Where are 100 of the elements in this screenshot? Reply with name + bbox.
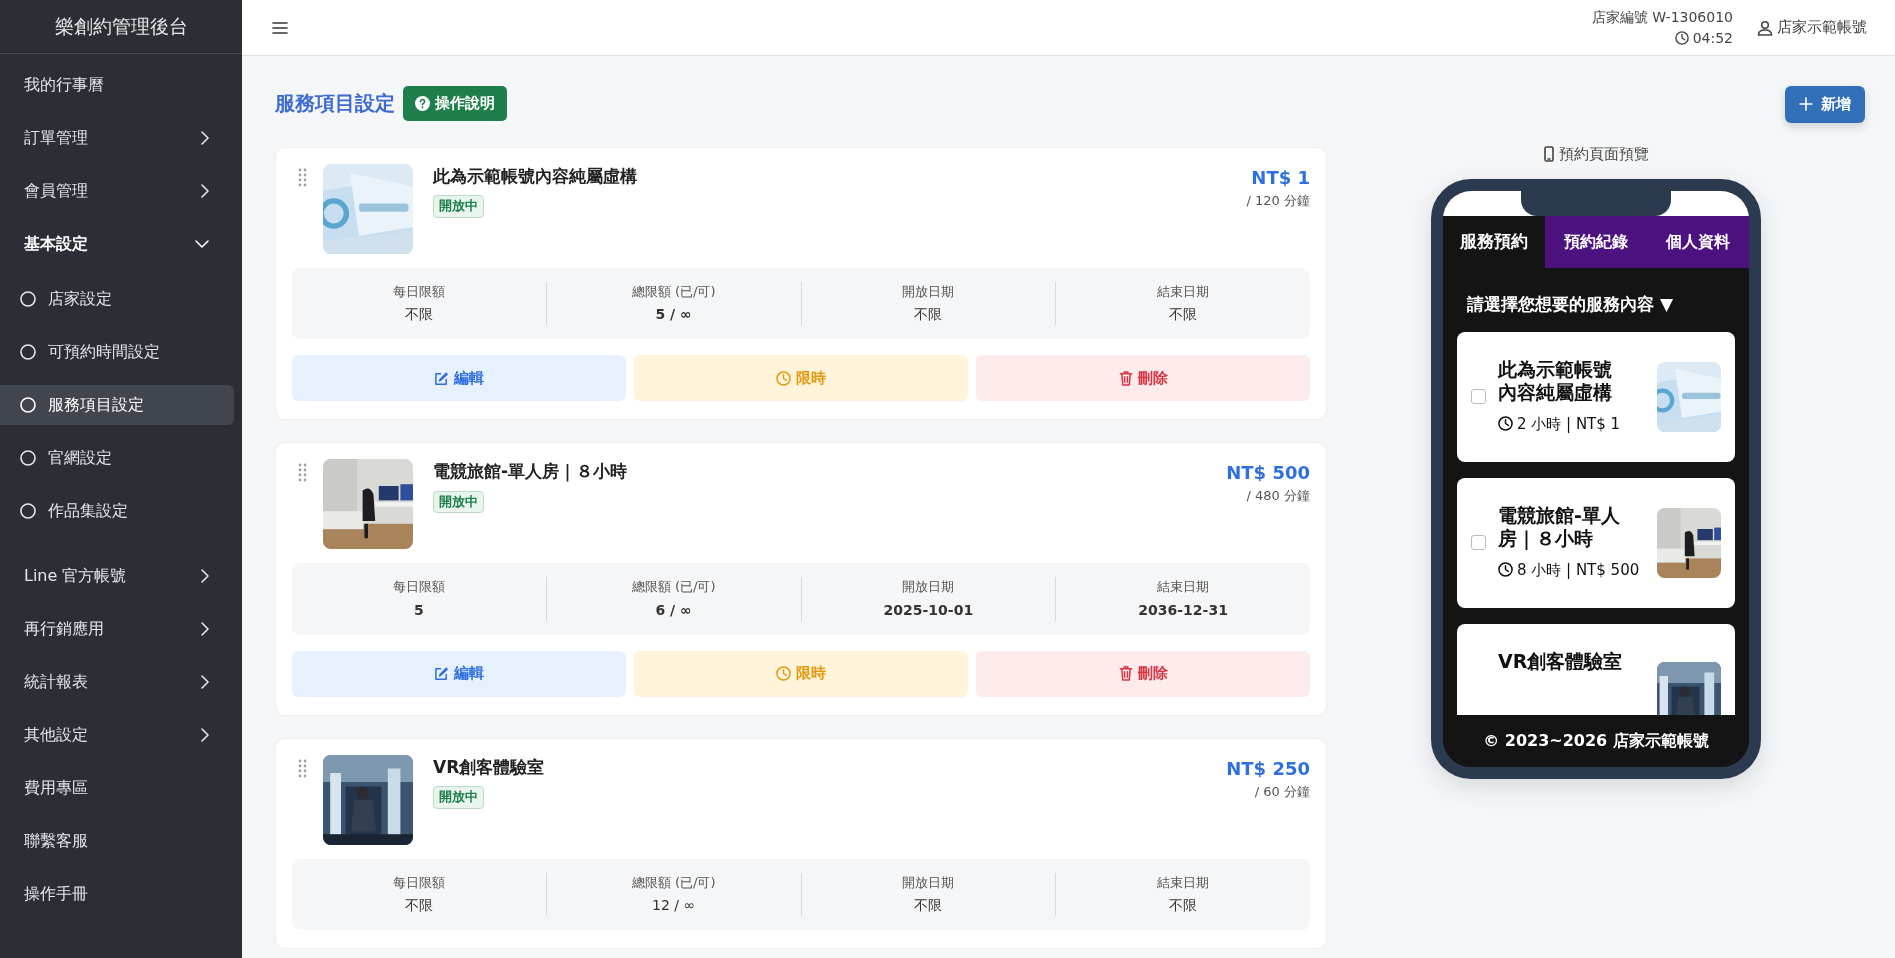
sidebar-subitem[interactable]: 作品集設定 [0, 491, 234, 531]
sidebar-item[interactable]: 會員管理 [0, 168, 234, 213]
chevron-right-icon [200, 182, 210, 199]
sidebar-item[interactable]: 基本設定 [0, 221, 234, 266]
service-name: 此為示範帳號內容純屬虛構 [433, 164, 638, 188]
delete-button[interactable]: 刪除 [976, 355, 1310, 401]
stat-value: 2025-10-01 [882, 600, 975, 620]
stat-value: 不限 [913, 896, 944, 915]
user-icon [1757, 19, 1773, 36]
price-text: NT$ 1 [1250, 165, 1310, 190]
stat-value: 12 / ∞ [651, 896, 697, 915]
stat-value: 6 / ∞ [654, 600, 693, 620]
stat-value: 2036-12-31 [1137, 600, 1229, 620]
add-button[interactable]: 新增 [1785, 86, 1865, 123]
stat-label: 總限額 (已/可) [630, 282, 717, 301]
option-meta: 8 小時 | NT$ 500 [1498, 561, 1640, 579]
chevron-right-icon [200, 726, 210, 743]
sidebar-item[interactable]: 再行銷應用 [0, 606, 234, 651]
stat-label: 開放日期 [901, 578, 956, 596]
sidebar-item[interactable]: 操作手冊 [0, 871, 234, 916]
edit-button[interactable]: 編輯 [292, 650, 626, 697]
status-badge: 開放中 [433, 195, 484, 218]
stat-label: 開放日期 [901, 873, 956, 892]
option-title: VR創客體驗室 [1498, 649, 1624, 674]
sidebar-item[interactable]: 聯繫客服 [0, 818, 234, 863]
stat-label: 結束日期 [1156, 282, 1211, 301]
stat-value: 5 [413, 600, 425, 620]
phone-footer: © 2023~2026 店家示範帳號 [1443, 715, 1749, 767]
stat-label: 總限額 (已/可) [630, 873, 717, 892]
stat-label: 開放日期 [901, 282, 956, 301]
clock-icon [776, 666, 791, 681]
sidebar-item[interactable]: 費用專區 [0, 765, 234, 810]
help-button[interactable]: 操作說明 [403, 86, 507, 121]
chevron-right-icon [200, 673, 210, 690]
sidebar-subitem[interactable]: 可預約時間設定 [0, 332, 234, 372]
checkbox[interactable] [1471, 535, 1486, 550]
drag-handle-icon[interactable] [298, 758, 307, 778]
circle-icon [20, 503, 36, 519]
stat-value: 5 / ∞ [654, 305, 693, 324]
clock-icon [1674, 31, 1689, 45]
status-badge: 開放中 [433, 786, 484, 809]
sidebar-subitem[interactable]: 官網設定 [0, 438, 234, 478]
sidebar-item[interactable]: 其他設定 [0, 712, 234, 757]
stat-label: 總限額 (已/可) [630, 578, 717, 596]
service-name: 電競旅館-單人房｜８小時 [433, 460, 629, 484]
trash-icon [1118, 666, 1133, 681]
service-option-card[interactable]: VR創客體驗室 [1457, 623, 1735, 715]
page-title: 服務項目設定 [275, 90, 395, 118]
price-text: NT$ 500 [1226, 461, 1310, 485]
clock-icon [1498, 416, 1513, 431]
circle-icon [20, 450, 36, 466]
stat-value: 不限 [403, 305, 434, 324]
trash-icon [1118, 370, 1133, 386]
sidebar-item[interactable]: 我的行事曆 [0, 62, 234, 107]
time-text: 04:52 [1692, 28, 1733, 48]
user-menu[interactable]: 店家示範帳號 [1757, 16, 1867, 39]
stat-label: 結束日期 [1156, 578, 1211, 596]
circle-icon [20, 397, 36, 413]
chevron-down-icon [194, 238, 210, 249]
chevron-right-icon [200, 620, 210, 637]
option-title: 電競旅館-單人房｜８小時 [1498, 503, 1621, 551]
store-id-text: 店家編號 W-1306010 [1591, 7, 1733, 27]
plus-icon [1799, 97, 1813, 112]
edit-button[interactable]: 編輯 [292, 355, 626, 401]
clock-icon [776, 370, 791, 386]
preview-label: 預約頁面預覽 [1558, 143, 1649, 165]
sidebar-subitem[interactable]: 店家設定 [0, 279, 234, 319]
clock-icon [1498, 562, 1513, 577]
price-text: NT$ 250 [1226, 756, 1310, 781]
stat-value: 不限 [403, 896, 434, 915]
sidebar-item[interactable]: 統計報表 [0, 659, 234, 704]
circle-icon [20, 291, 36, 307]
question-icon [415, 95, 430, 111]
option-title: 此為示範帳號內容純屬虛構 [1498, 357, 1613, 405]
duration-text: / 120 分鐘 [1246, 191, 1310, 210]
stat-label: 每日限額 [391, 873, 446, 892]
sidebar-subitem[interactable]: 服務項目設定 [0, 385, 234, 425]
duration-text: / 60 分鐘 [1253, 782, 1310, 801]
stat-value: 不限 [1168, 305, 1199, 324]
stat-value: 不限 [913, 305, 944, 324]
tab[interactable]: 個人資料 [1647, 216, 1749, 268]
service-option-card[interactable]: 此為示範帳號內容純屬虛構 2 小時 | NT$ 1 [1457, 331, 1735, 462]
drag-handle-icon[interactable] [298, 167, 307, 187]
duration-text: / 480 分鐘 [1245, 487, 1310, 505]
sidebar-item[interactable]: Line 官方帳號 [0, 553, 234, 598]
prompt-text: 請選擇您想要的服務內容 ▼ [1466, 293, 1674, 316]
checkbox[interactable] [1471, 389, 1486, 404]
drag-handle-icon[interactable] [298, 463, 307, 482]
chevron-right-icon [200, 129, 210, 146]
edit-icon [434, 666, 449, 681]
stat-label: 每日限額 [391, 282, 446, 301]
phone-icon [1543, 145, 1554, 162]
chevron-right-icon [200, 567, 210, 584]
circle-icon [20, 344, 36, 360]
service-option-card[interactable]: 電競旅館-單人房｜８小時 8 小時 | NT$ 500 [1457, 477, 1735, 608]
stat-label: 結束日期 [1156, 873, 1211, 892]
menu-icon[interactable] [272, 21, 288, 35]
tab[interactable]: 預約紀錄 [1545, 216, 1647, 268]
sidebar-item[interactable]: 訂單管理 [0, 115, 234, 160]
delete-button[interactable]: 刪除 [976, 650, 1310, 697]
